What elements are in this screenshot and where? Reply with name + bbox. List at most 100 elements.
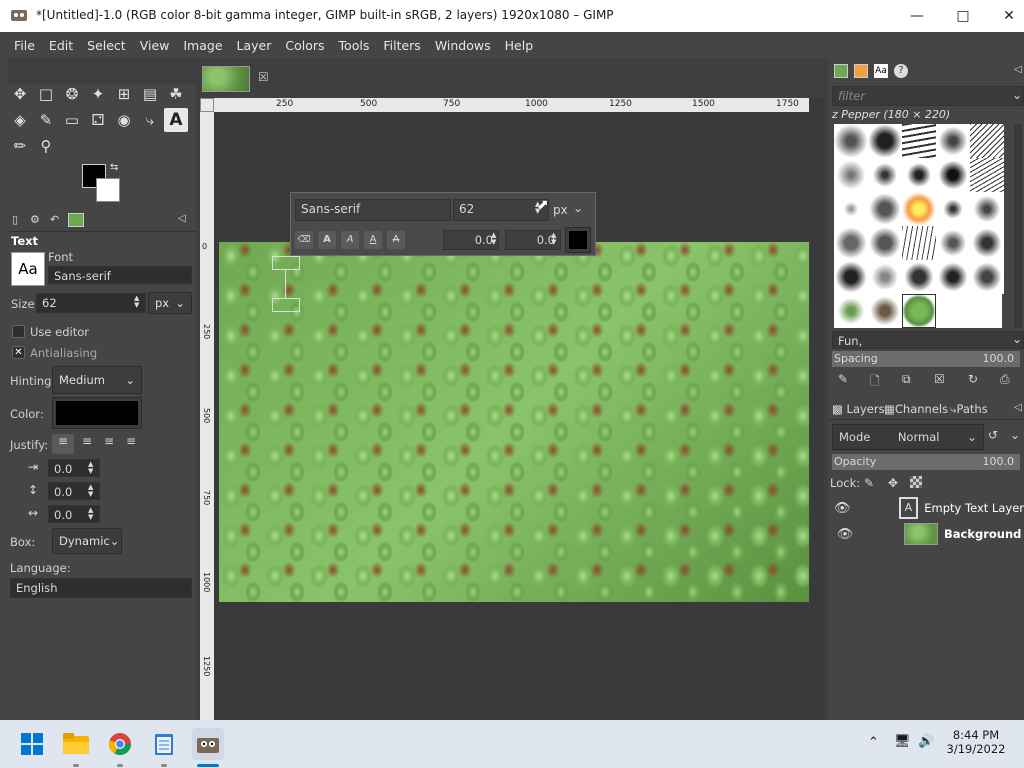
open-as-image-icon[interactable]: ⎙: [1000, 372, 1010, 387]
new-brush-icon[interactable]: 🗋: [870, 372, 880, 393]
letter-spacing-spinner[interactable]: ▲ ▼: [88, 507, 93, 521]
kerning-spinner[interactable]: ▲ ▼: [551, 232, 556, 246]
quick-mask-icon[interactable]: [200, 98, 214, 112]
paths-tool-icon[interactable]: ⤷: [138, 108, 162, 132]
text-color-button[interactable]: [52, 397, 142, 429]
opacity-slider[interactable]: Opacity 100.0: [832, 454, 1020, 470]
warp-tool-icon[interactable]: ☘: [164, 82, 188, 106]
chevron-up-icon[interactable]: ⌃: [868, 735, 879, 750]
rect-select-tool-icon[interactable]: □: [34, 82, 58, 106]
image-tab-thumbnail[interactable]: [202, 66, 250, 92]
brush-item[interactable]: [834, 226, 868, 260]
line-spacing-spinner[interactable]: ▲ ▼: [88, 484, 93, 498]
lock-position-icon[interactable]: ✥: [888, 476, 898, 490]
menu-filters[interactable]: Filters: [377, 38, 428, 53]
brush-item[interactable]: [834, 192, 868, 226]
brush-filter-input[interactable]: filter: [832, 86, 1024, 106]
brush-item[interactable]: [868, 294, 902, 328]
justify-left-icon[interactable]: ≡: [52, 434, 74, 454]
brush-item[interactable]: [834, 294, 868, 328]
size-field[interactable]: 62: [36, 293, 146, 313]
layers-tab[interactable]: ▩ Layers: [832, 402, 885, 416]
font-field[interactable]: Sans-serif: [48, 266, 192, 284]
brush-item[interactable]: [868, 124, 902, 158]
menu-layer[interactable]: Layer: [231, 38, 280, 53]
paths-tab[interactable]: ⤷Paths: [950, 402, 988, 417]
channels-tab[interactable]: ▦Channels: [884, 402, 948, 416]
brush-item-selected[interactable]: [902, 294, 936, 328]
hinting-select[interactable]: Medium ⌄: [52, 366, 142, 394]
menu-colors[interactable]: Colors: [279, 38, 332, 53]
text-box-handle-top[interactable]: [272, 256, 300, 270]
brush-item[interactable]: [936, 226, 970, 260]
clone-tool-icon[interactable]: ⚁: [86, 108, 110, 132]
justify-fill-icon[interactable]: ≡: [120, 434, 142, 454]
duplicate-brush-icon[interactable]: ⧉: [902, 372, 911, 387]
overlay-font-field[interactable]: Sans-serif: [295, 199, 451, 221]
box-select[interactable]: Dynamic ⌄: [52, 528, 122, 554]
text-tool-icon[interactable]: A: [164, 108, 188, 132]
strikethrough-icon[interactable]: A: [387, 231, 405, 249]
brush-item[interactable]: [902, 124, 936, 158]
gimp-taskbar-icon[interactable]: [192, 728, 224, 760]
clock[interactable]: 8:44 PM 3/19/2022: [946, 728, 1006, 756]
brush-item[interactable]: [970, 124, 1004, 158]
underline-icon[interactable]: A: [364, 231, 382, 249]
eraser-icon[interactable]: ▭: [60, 108, 84, 132]
brush-item[interactable]: [902, 192, 936, 226]
zoom-tool-icon[interactable]: ⚲: [34, 134, 58, 158]
vertical-scrollbar[interactable]: [810, 98, 824, 720]
chevron-down-icon[interactable]: ⌄: [1012, 88, 1022, 102]
brush-tag-field[interactable]: Fun,: [832, 331, 1024, 349]
brush-item[interactable]: [868, 158, 902, 192]
image-canvas[interactable]: [219, 242, 809, 602]
justify-right-icon[interactable]: ≡: [76, 434, 98, 454]
indent-spinner[interactable]: ▲ ▼: [88, 461, 93, 475]
lock-alpha-icon[interactable]: [910, 476, 922, 488]
refresh-brushes-icon[interactable]: ↻: [968, 372, 978, 386]
layer-row-background[interactable]: 👁 Background: [828, 521, 1024, 547]
font-preview[interactable]: Aa: [11, 252, 45, 286]
antialiasing-checkbox[interactable]: ✕: [12, 346, 25, 359]
chrome-icon[interactable]: [104, 728, 136, 760]
baseline-spinner[interactable]: ▲ ▼: [491, 232, 496, 246]
lasso-tool-icon[interactable]: ❂: [60, 82, 84, 106]
menu-help[interactable]: Help: [499, 38, 542, 53]
help-tab-icon[interactable]: ?: [894, 64, 908, 78]
bold-icon[interactable]: A: [318, 231, 336, 249]
fonts-tab-icon[interactable]: Aa: [874, 64, 888, 78]
spacing-slider[interactable]: Spacing 100.0: [832, 351, 1020, 367]
eye-icon[interactable]: 👁: [834, 527, 856, 542]
background-color-swatch[interactable]: [96, 178, 120, 202]
clear-style-icon[interactable]: ⌫: [295, 231, 313, 249]
close-button[interactable]: ✕: [986, 0, 1024, 32]
brush-item[interactable]: [834, 158, 868, 192]
brush-grid[interactable]: [834, 124, 1004, 328]
menu-select[interactable]: Select: [81, 38, 134, 53]
justify-center-icon[interactable]: ≡: [98, 434, 120, 454]
images-tab-icon[interactable]: [68, 213, 84, 227]
panel-menu-icon[interactable]: ◁: [1014, 64, 1022, 75]
delete-brush-icon[interactable]: ☒: [934, 372, 945, 386]
patterns-tab-icon[interactable]: [854, 64, 868, 78]
panel-menu-icon[interactable]: ◁: [178, 213, 186, 224]
chevron-down-icon[interactable]: ⌄: [1010, 428, 1020, 442]
crop-tool-icon[interactable]: ⊞: [112, 82, 136, 106]
panel-menu-icon[interactable]: ◁: [1014, 402, 1022, 413]
brush-item[interactable]: [936, 158, 970, 192]
volume-icon[interactable]: 🔊: [918, 734, 934, 749]
close-tab-icon[interactable]: ☒: [258, 70, 269, 84]
brush-item[interactable]: [834, 260, 868, 294]
menu-view[interactable]: View: [134, 38, 178, 53]
brush-item[interactable]: [834, 124, 868, 158]
overlay-unit[interactable]: px: [553, 203, 568, 217]
menu-edit[interactable]: Edit: [43, 38, 81, 53]
menu-windows[interactable]: Windows: [429, 38, 499, 53]
language-field[interactable]: English: [10, 578, 192, 598]
overlay-color-button[interactable]: [565, 227, 591, 253]
brush-item[interactable]: [970, 260, 1004, 294]
paintbrush-icon[interactable]: ✎: [34, 108, 58, 132]
brush-item[interactable]: [970, 226, 1004, 260]
fuzzy-select-tool-icon[interactable]: ✦: [86, 82, 110, 106]
transform-tool-icon[interactable]: ▤: [138, 82, 162, 106]
